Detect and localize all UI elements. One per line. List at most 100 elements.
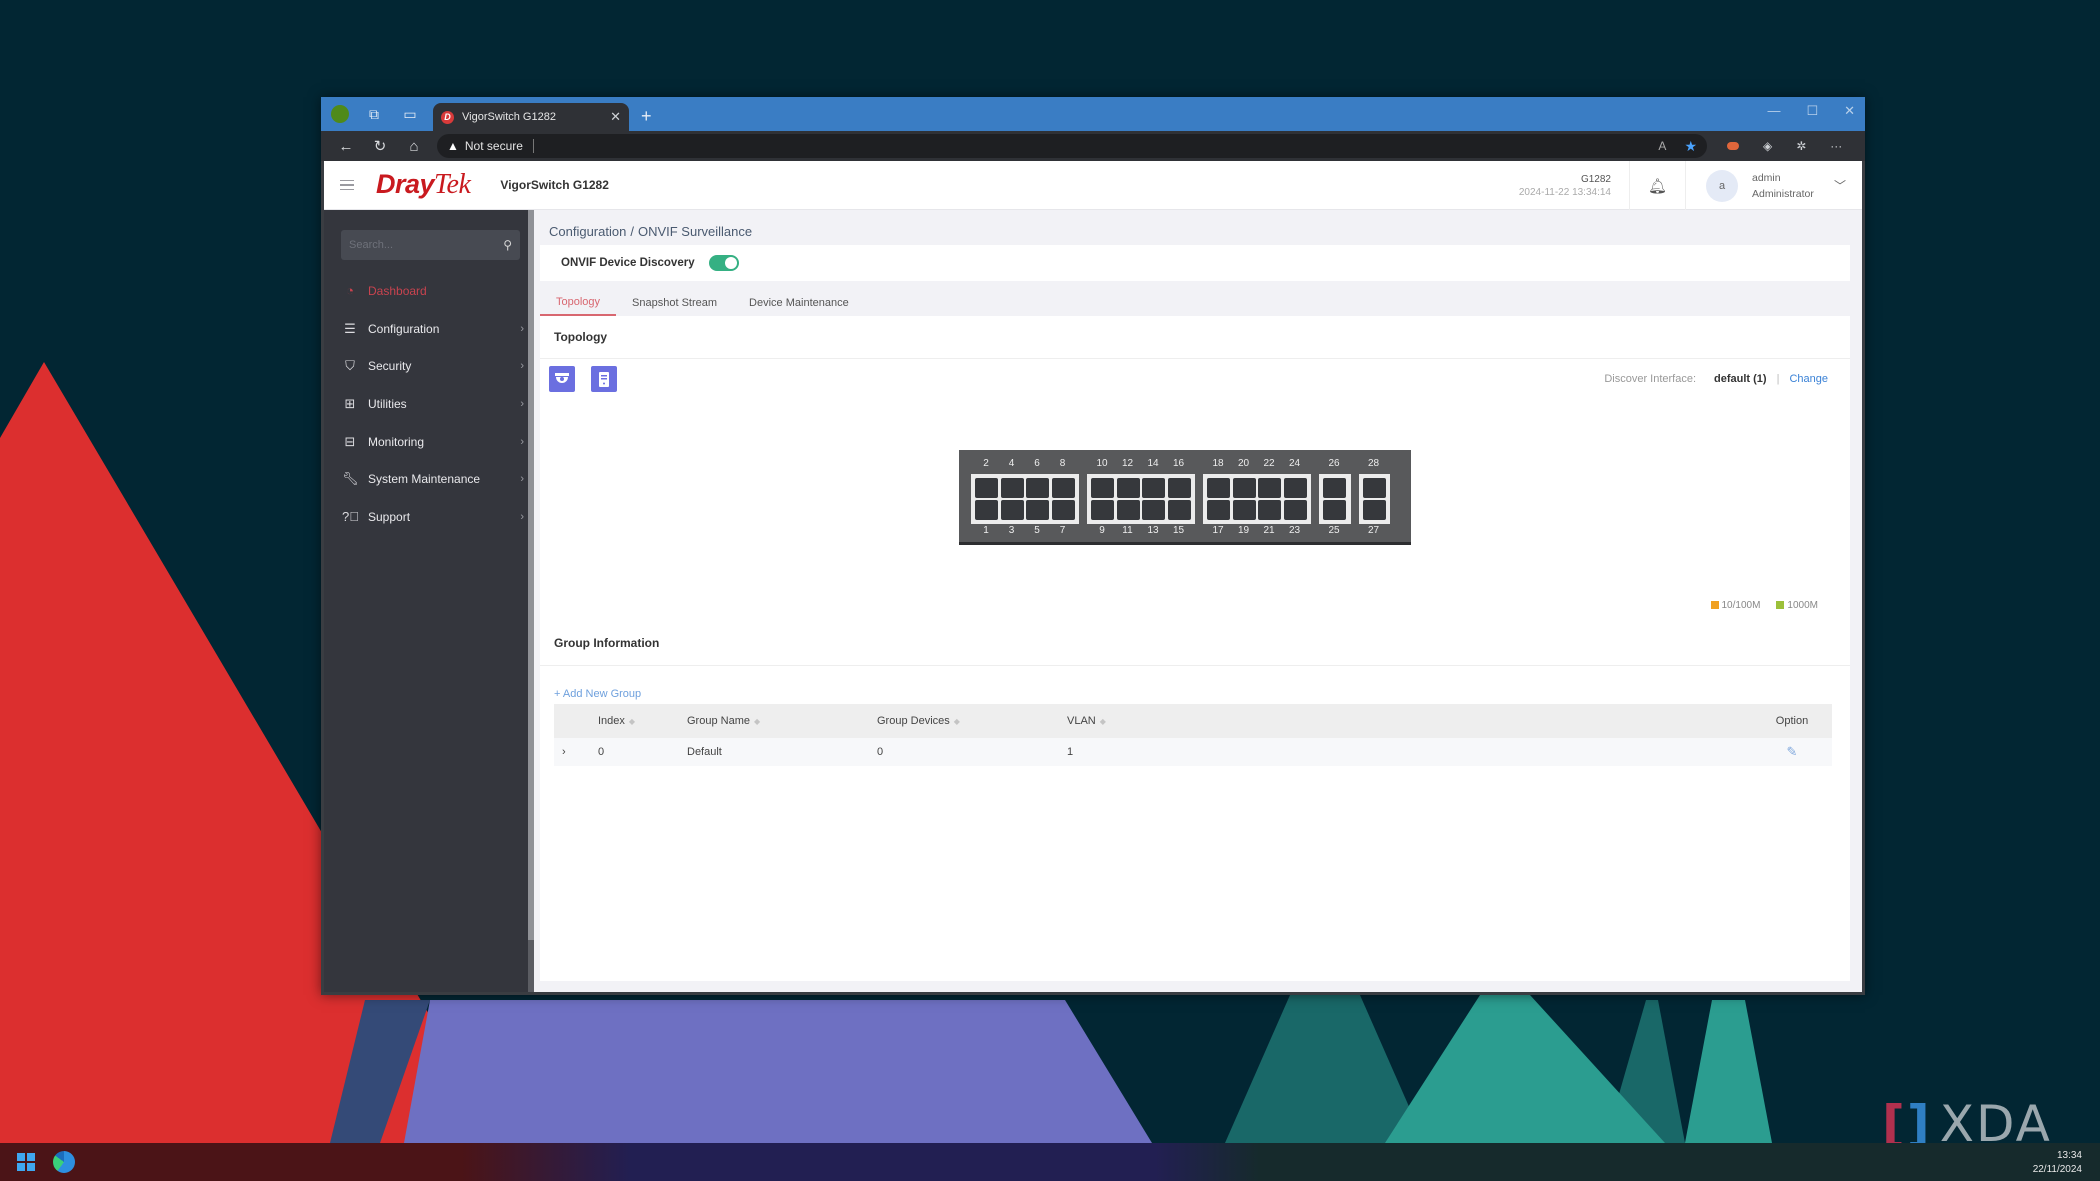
port-25[interactable] <box>1323 500 1346 520</box>
favorite-star-icon[interactable]: ★ <box>1684 138 1697 155</box>
sidebar-search-input[interactable] <box>349 239 504 251</box>
profile-icon[interactable] <box>331 105 349 123</box>
port-7[interactable] <box>1051 500 1075 520</box>
taskbar-clock[interactable]: 13:34 22/11/2024 <box>2033 1149 2082 1177</box>
chevron-right-icon: › <box>520 510 524 523</box>
port-16[interactable] <box>1167 478 1191 498</box>
port-15[interactable] <box>1167 500 1191 520</box>
sidebar-item-security[interactable]: ⛉ Security › <box>324 347 534 385</box>
port-28[interactable] <box>1362 478 1386 498</box>
port-11[interactable] <box>1116 500 1140 520</box>
port-3[interactable] <box>1000 500 1024 520</box>
read-aloud-icon[interactable]: A <box>1658 139 1666 153</box>
port-18[interactable] <box>1207 478 1230 498</box>
sidebar-menu: ◔ Dashboard ☰ Configuration › ⛉ Security… <box>324 272 534 536</box>
windows-start-icon[interactable] <box>17 1153 35 1171</box>
cell-vlan: 1 <box>1067 746 1074 758</box>
port-21[interactable] <box>1258 500 1281 520</box>
col-index[interactable]: Index ◆ <box>598 715 687 727</box>
port-24[interactable] <box>1283 478 1307 498</box>
port-23[interactable] <box>1283 500 1307 520</box>
edit-pencil-icon[interactable]: ✎ <box>1787 744 1798 759</box>
extensions-puzzle-icon[interactable]: ✲ <box>1796 139 1806 153</box>
maximize-icon[interactable]: ☐ <box>1806 103 1818 119</box>
port-17[interactable] <box>1207 500 1230 520</box>
port-22[interactable] <box>1258 478 1281 498</box>
security-status[interactable]: Not secure <box>465 139 523 153</box>
port-27[interactable] <box>1362 500 1386 520</box>
extension-icon[interactable] <box>1727 142 1739 150</box>
clock-date: 22/11/2024 <box>2032 1164 2082 1175</box>
close-window-icon[interactable]: ✕ <box>1844 103 1855 119</box>
sidebar-item-dashboard[interactable]: ◔ Dashboard <box>324 272 534 310</box>
port-6[interactable] <box>1026 478 1049 498</box>
notification-bell-icon[interactable]: 🔔︎ <box>1630 161 1686 210</box>
port-1[interactable] <box>975 500 998 520</box>
tab-snapshot-stream[interactable]: Snapshot Stream <box>616 289 733 316</box>
sidebar-scrollbar[interactable] <box>528 210 534 992</box>
chevron-down-icon[interactable]: ﹀ <box>1834 177 1846 194</box>
search-icon[interactable]: ⚲ <box>503 238 512 252</box>
port-14[interactable] <box>1142 478 1165 498</box>
close-tab-icon[interactable]: ✕ <box>610 109 621 125</box>
col-group-devices[interactable]: Group Devices ◆ <box>877 715 1067 727</box>
port-26[interactable] <box>1323 478 1346 498</box>
draytek-app: DrayTek VigorSwitch G1282 G1282 2024-11-… <box>324 161 1862 992</box>
tab-device-maintenance[interactable]: Device Maintenance <box>733 289 865 316</box>
port-label: 26 <box>1328 458 1340 469</box>
breadcrumb-current: ONVIF Surveillance <box>637 224 753 239</box>
port-5[interactable] <box>1026 500 1049 520</box>
port-12[interactable] <box>1116 478 1140 498</box>
add-new-group-link[interactable]: + Add New Group <box>554 688 641 700</box>
onvif-discovery-toggle[interactable] <box>708 255 739 271</box>
minimize-icon[interactable]: — <box>1767 103 1780 119</box>
legend-item-1000m: 1000M <box>1776 600 1818 611</box>
hamburger-menu-icon[interactable] <box>340 179 354 191</box>
port-20[interactable] <box>1232 478 1256 498</box>
main-content: Configuration / ONVIF Surveillance ONVIF D… <box>540 210 1862 992</box>
col-vlan[interactable]: VLAN ◆ <box>1067 715 1752 727</box>
port-label: 15 <box>1172 525 1185 536</box>
collections-icon[interactable]: ⧉ <box>363 103 385 125</box>
port-2[interactable] <box>975 478 998 498</box>
port-label: 2 <box>983 458 989 469</box>
back-icon[interactable]: ← <box>329 138 363 155</box>
edge-browser-icon[interactable] <box>53 1151 75 1173</box>
port-4[interactable] <box>1000 478 1024 498</box>
sidebar-item-configuration[interactable]: ☰ Configuration › <box>324 310 534 348</box>
port-19[interactable] <box>1232 500 1256 520</box>
sidebar-item-support[interactable]: ?⃝ Support › <box>324 498 534 536</box>
breadcrumb-parent[interactable]: Configuration <box>549 224 626 239</box>
browser-tab[interactable]: D VigorSwitch G1282 ✕ <box>433 103 629 131</box>
port-9[interactable] <box>1091 500 1114 520</box>
more-menu-icon[interactable]: ··· <box>1830 139 1842 153</box>
tab-topology[interactable]: Topology <box>540 289 617 316</box>
port-13[interactable] <box>1142 500 1165 520</box>
camera-view-button[interactable] <box>549 366 575 392</box>
port-10[interactable] <box>1091 478 1114 498</box>
group-table: Index ◆ Group Name ◆ Group Devices ◆ VLAN ◆ … <box>554 704 1832 766</box>
new-tab-icon[interactable]: + <box>641 106 652 127</box>
tab-actions-icon[interactable]: ▭ <box>399 103 421 125</box>
refresh-icon[interactable]: ↻ <box>363 137 397 155</box>
port-label: 25 <box>1328 525 1340 536</box>
port-label: 21 <box>1263 525 1275 536</box>
port-8[interactable] <box>1051 478 1075 498</box>
user-menu[interactable]: a admin Administrator ﹀ <box>1686 169 1862 202</box>
sidebar-item-monitoring[interactable]: ⊟ Monitoring › <box>324 423 534 461</box>
group-information-title: Group Information <box>554 636 660 650</box>
sidebar-item-system-maintenance[interactable]: 🔧︎ System Maintenance › <box>324 460 534 498</box>
sidebar-item-utilities[interactable]: ⊞ Utilities › <box>324 385 534 423</box>
chevron-right-icon: › <box>520 322 524 335</box>
server-view-button[interactable] <box>591 366 617 392</box>
expand-row-icon[interactable]: › <box>554 746 598 758</box>
port-label: 5 <box>1034 525 1040 536</box>
address-bar[interactable]: ▲ Not secure A ★ <box>437 134 1707 158</box>
clock-time: 13:34 <box>2056 1150 2082 1161</box>
home-icon[interactable]: ⌂ <box>397 138 431 155</box>
change-interface-link[interactable]: Change <box>1789 373 1828 385</box>
main-scrollbar[interactable] <box>1850 210 1862 992</box>
extension-shield-icon[interactable]: ◈ <box>1763 139 1772 153</box>
port-label: 20 <box>1237 458 1250 469</box>
col-group-name[interactable]: Group Name ◆ <box>687 715 877 727</box>
